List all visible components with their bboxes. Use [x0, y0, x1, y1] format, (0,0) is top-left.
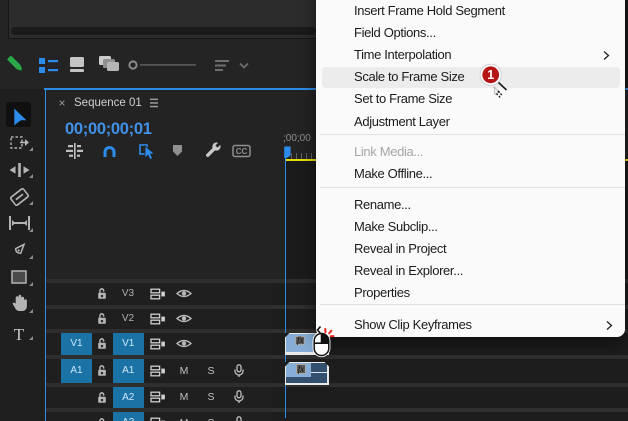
svg-text:1: 1 — [487, 68, 494, 82]
svg-text:T: T — [14, 325, 25, 344]
svg-text:CC: CC — [236, 147, 248, 156]
